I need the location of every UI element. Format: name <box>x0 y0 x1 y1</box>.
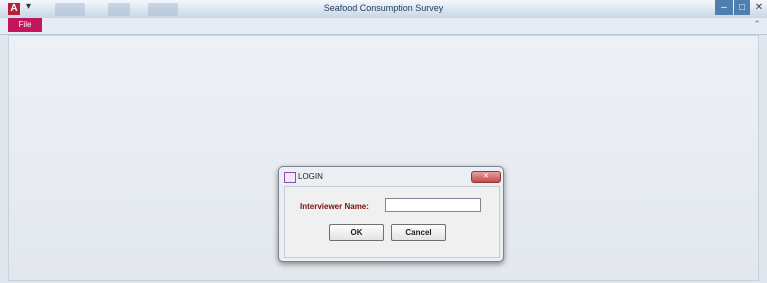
login-dialog: LOGIN ✕ Interviewer Name: OK Cancel <box>278 166 504 262</box>
interviewer-name-label: Interviewer Name: <box>300 202 369 211</box>
close-button[interactable]: ✕ <box>751 0 767 15</box>
ribbon-collapse-icon[interactable]: ⌃ <box>753 19 761 30</box>
dialog-body: Interviewer Name: OK Cancel <box>284 186 500 258</box>
interviewer-name-input[interactable] <box>385 198 481 212</box>
maximize-button[interactable]: □ <box>734 0 750 15</box>
title-bar: A ▾ Seafood Consumption Survey – □ ✕ <box>0 0 767 18</box>
dialog-close-button[interactable]: ✕ <box>471 171 501 183</box>
dialog-title: LOGIN <box>298 172 323 181</box>
cancel-button[interactable]: Cancel <box>391 224 446 241</box>
ribbon-bar: File ⌃ <box>0 18 767 35</box>
form-icon <box>284 172 296 183</box>
window-title: Seafood Consumption Survey <box>323 3 444 13</box>
minimize-button[interactable]: – <box>715 0 733 15</box>
ok-button[interactable]: OK <box>329 224 384 241</box>
file-tab[interactable]: File <box>8 18 42 32</box>
